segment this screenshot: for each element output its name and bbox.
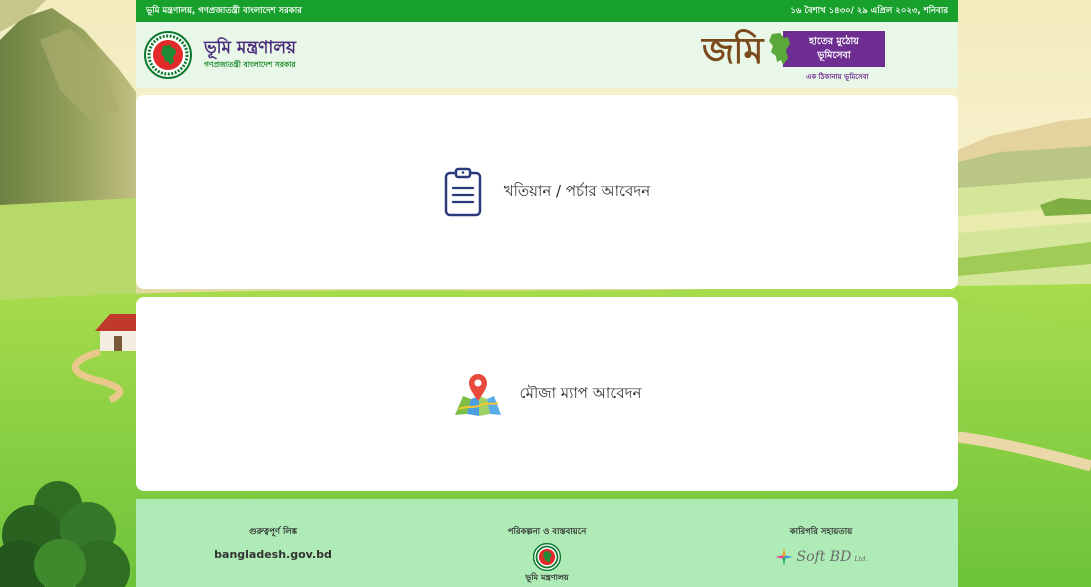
jomi-sub-tagline: এক ঠিকানায় ভূমিসেবা	[806, 73, 869, 81]
softbd-suffix: Ltd.	[854, 555, 868, 563]
softbd-star-icon	[774, 548, 793, 566]
footer-heading: পরিকল্পনা ও বাস্তবায়নে	[507, 527, 587, 537]
clipboard-icon	[444, 167, 481, 217]
ministry-subtitle: গণপ্রজাতন্ত্রী বাংলাদেশ সরকার	[204, 60, 296, 69]
map-pin-icon	[454, 374, 501, 416]
service-card-mouza-map[interactable]: মৌজা ম্যাপ আবেদন	[136, 297, 958, 491]
jomi-tagline-line2: ভূমিসেবা	[817, 50, 851, 61]
government-seal-logo	[533, 543, 561, 571]
jomi-tagline-box: হাতের মুঠোয় ভূমিসেবা	[783, 31, 885, 67]
ministry-name: ভূমি মন্ত্রণালয়	[204, 38, 297, 58]
jomi-brand-logo: জমি হাতের মুঠোয় ভূমিসেবা এক ঠিকানায় ভূ…	[702, 28, 888, 84]
service-card-label: খতিয়ান / পর্চার আবেদন	[503, 181, 651, 200]
top-bar-org-text: ভূমি মন্ত্রণালয়, গণপ্রজাতন্ত্রী বাংলাদে…	[146, 6, 302, 16]
footer-technical-support: কারিগরি সহায়তায় Soft BD Ltd.	[684, 499, 958, 587]
jomi-wordmark: জমি	[702, 30, 763, 72]
footer-implementation: পরিকল্পনা ও বাস্তবায়নে ভূমি মন্ত্রণালয়	[410, 499, 684, 587]
footer-heading: কারিগরি সহায়তায়	[789, 527, 853, 537]
bangladesh-map-icon	[769, 33, 790, 65]
softbd-name: Soft BD	[796, 549, 852, 565]
service-card-khatian[interactable]: খতিয়ান / পর্চার আবেদন	[136, 95, 958, 289]
site-header: ভূমি মন্ত্রণালয় গণপ্রজাতন্ত্রী বাংলাদেশ…	[136, 22, 958, 88]
site-footer: গুরুত্বপূর্ণ লিঙ্ক bangladesh.gov.bd পরি…	[136, 499, 958, 587]
main-column: ভূমি মন্ত্রণালয়, গণপ্রজাতন্ত্রী বাংলাদে…	[136, 0, 958, 587]
top-bar: ভূমি মন্ত্রণালয়, গণপ্রজাতন্ত্রী বাংলাদে…	[136, 0, 958, 22]
footer-link-bangladesh-gov[interactable]: bangladesh.gov.bd	[136, 548, 410, 561]
government-seal-logo[interactable]	[144, 31, 192, 79]
jomi-tagline-line1: হাতের মুঠোয়	[809, 36, 859, 47]
softbd-logo[interactable]: Soft BD Ltd.	[684, 548, 958, 566]
service-card-label: মৌজা ম্যাপ আবেদন	[519, 383, 642, 402]
footer-heading: গুরুত্বপূর্ণ লিঙ্ক	[248, 527, 298, 537]
top-bar-date: ১৬ বৈশাখ ১৪৩০/ ২৯ এপ্রিল ২০২৩, শনিবার	[790, 6, 948, 16]
footer-important-links: গুরুত্বপূর্ণ লিঙ্ক bangladesh.gov.bd	[136, 499, 410, 587]
footer-org-name: ভূমি মন্ত্রণালয়	[525, 573, 569, 582]
right-hills	[958, 118, 1091, 300]
